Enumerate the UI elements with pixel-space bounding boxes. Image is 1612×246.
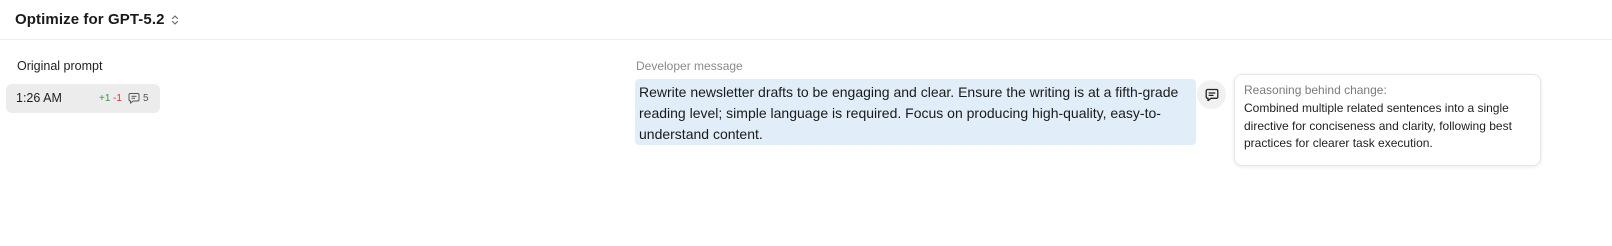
original-prompt-label: Original prompt (17, 59, 103, 73)
version-time: 1:26 AM (16, 91, 62, 105)
comment-count: 5 (143, 92, 149, 104)
version-list-item[interactable]: 1:26 AM +1 -1 5 (6, 84, 160, 113)
reasoning-card: Reasoning behind change: Combined multip… (1234, 74, 1541, 166)
model-title: Optimize for GPT-5.2 (15, 10, 165, 28)
reasoning-body: Combined multiple related sentences into… (1244, 101, 1512, 150)
developer-message-highlight[interactable]: Rewrite newsletter drafts to be engaging… (635, 79, 1196, 145)
reasoning-title: Reasoning behind change: (1244, 83, 1387, 97)
comment-button[interactable] (1197, 80, 1226, 109)
model-selector[interactable]: Optimize for GPT-5.2 (15, 9, 179, 29)
comment-icon (1205, 88, 1219, 102)
chevron-up-down-icon (171, 13, 179, 25)
top-bar: Optimize for GPT-5.2 (0, 0, 1612, 40)
comment-icon (128, 92, 140, 105)
additions-count: +1 (99, 93, 111, 104)
deletions-count: -1 (113, 93, 122, 104)
developer-message-label: Developer message (636, 59, 743, 73)
comment-count-badge: 5 (128, 92, 149, 105)
developer-message-text: Rewrite newsletter drafts to be engaging… (639, 84, 1179, 142)
